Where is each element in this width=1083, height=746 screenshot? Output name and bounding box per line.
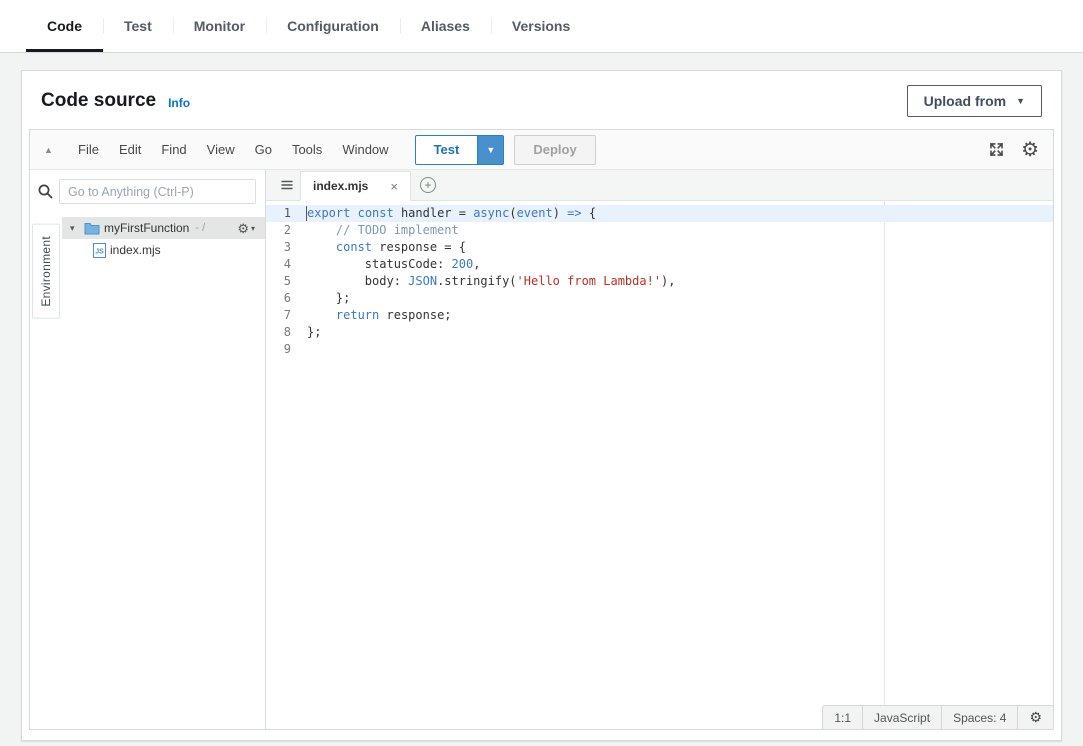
editor-settings-gear-icon[interactable]: ⚙: [1021, 140, 1039, 160]
environment-panel-tab[interactable]: Environment: [32, 224, 60, 319]
line-number: 7: [266, 307, 303, 324]
file-tree: ▾ myFirstFunction - / ⚙ ▾: [62, 210, 265, 729]
menu-find[interactable]: Find: [151, 142, 196, 157]
code-content[interactable]: export const handler = async(event) => {…: [303, 201, 1053, 729]
code-line[interactable]: export const handler = async(event) => {: [303, 205, 1053, 222]
function-tabs: Code Test Monitor Configuration Aliases …: [0, 0, 1083, 53]
tree-expand-caret-icon[interactable]: ▾: [70, 223, 80, 234]
card-header: Code source Info Upload from ▼: [22, 71, 1061, 129]
code-line[interactable]: return response;: [303, 307, 1053, 324]
code-line[interactable]: statusCode: 200,: [303, 256, 1053, 273]
line-number: 1: [266, 205, 303, 222]
tab-versions[interactable]: Versions: [491, 0, 591, 52]
new-tab-button[interactable]: +: [420, 177, 436, 193]
folder-name: myFirstFunction: [104, 221, 189, 235]
menu-window[interactable]: Window: [332, 142, 398, 157]
code-line[interactable]: };: [303, 290, 1053, 307]
line-number: 9: [266, 341, 303, 358]
fullscreen-icon[interactable]: [988, 141, 1005, 158]
gear-icon: ⚙: [1029, 709, 1042, 726]
editor-tab-indexmjs[interactable]: index.mjs ×: [300, 171, 411, 201]
folder-path-suffix: - /: [195, 222, 205, 234]
editor-toolbar: ▲ File Edit Find View Go Tools Window Te…: [30, 130, 1053, 170]
collapse-panel-icon[interactable]: ▲: [44, 145, 68, 155]
tab-versions-label: Versions: [512, 18, 570, 34]
chevron-down-icon: ▼: [1016, 97, 1025, 106]
close-tab-icon[interactable]: ×: [390, 179, 398, 194]
tab-code-label: Code: [47, 18, 82, 34]
code-line[interactable]: };: [303, 324, 1053, 341]
editor-frame: ▲ File Edit Find View Go Tools Window Te…: [29, 129, 1054, 730]
test-dropdown-button[interactable]: ▼: [478, 135, 504, 165]
cursor-position[interactable]: 1:1: [823, 706, 862, 729]
tab-test[interactable]: Test: [103, 0, 173, 52]
test-button[interactable]: Test: [415, 135, 479, 165]
language-mode[interactable]: JavaScript: [862, 706, 941, 729]
editor-tab-label: index.mjs: [313, 179, 368, 193]
chevron-down-icon: ▼: [486, 145, 495, 155]
status-settings-button[interactable]: ⚙: [1017, 706, 1053, 729]
editor-tab-strip: index.mjs × +: [266, 170, 1053, 201]
line-number: 2: [266, 222, 303, 239]
indentation-setting[interactable]: Spaces: 4: [941, 706, 1017, 729]
goto-anything-input[interactable]: [59, 179, 256, 204]
search-icon[interactable]: [35, 183, 56, 200]
line-number: 3: [266, 239, 303, 256]
code-source-card: Code source Info Upload from ▼ ▲ File Ed…: [21, 70, 1062, 741]
toolbar-right: ⚙: [988, 140, 1039, 160]
editor-status-bar: 1:1 JavaScript Spaces: 4 ⚙: [822, 705, 1053, 729]
line-number: 5: [266, 273, 303, 290]
upload-from-label: Upload from: [924, 93, 1006, 109]
tree-row-folder[interactable]: ▾ myFirstFunction - / ⚙ ▾: [62, 217, 265, 239]
tab-list-icon[interactable]: [274, 170, 300, 200]
workspace: Environment ▾ myFirstFunction - /: [30, 170, 1053, 729]
tab-configuration-label: Configuration: [287, 18, 379, 34]
tab-code[interactable]: Code: [26, 0, 103, 52]
upload-from-button[interactable]: Upload from ▼: [907, 85, 1042, 117]
menu-go[interactable]: Go: [245, 142, 282, 157]
tab-monitor-label: Monitor: [194, 18, 245, 34]
text-cursor: [306, 206, 307, 221]
line-number: 8: [266, 324, 303, 341]
tab-configuration[interactable]: Configuration: [266, 0, 400, 52]
line-number: 6: [266, 290, 303, 307]
folder-settings-button[interactable]: ⚙ ▾: [237, 222, 255, 235]
file-explorer-sidebar: Environment ▾ myFirstFunction - /: [30, 170, 266, 729]
menu-view[interactable]: View: [197, 142, 245, 157]
js-file-icon: JS: [93, 243, 106, 258]
side-panel-tabs: Environment: [30, 210, 62, 729]
line-number: 4: [266, 256, 303, 273]
svg-text:JS: JS: [95, 248, 104, 255]
file-name: index.mjs: [110, 243, 161, 257]
test-split-button: Test ▼: [415, 135, 505, 165]
info-link[interactable]: Info: [168, 96, 190, 110]
editor-pane: index.mjs × + 123456789 export const han…: [266, 170, 1053, 729]
chevron-down-icon: ▾: [251, 224, 255, 233]
gear-icon: ⚙: [237, 222, 249, 235]
tab-aliases-label: Aliases: [421, 18, 470, 34]
menu-file[interactable]: File: [68, 142, 109, 157]
line-number-gutter: 123456789: [266, 201, 303, 729]
tab-test-label: Test: [124, 18, 152, 34]
folder-icon: [84, 222, 100, 235]
sidebar-body: Environment ▾ myFirstFunction - /: [30, 210, 265, 729]
code-editor: 123456789 export const handler = async(e…: [266, 201, 1053, 729]
code-line[interactable]: body: JSON.stringify('Hello from Lambda!…: [303, 273, 1053, 290]
tab-aliases[interactable]: Aliases: [400, 0, 491, 52]
tab-monitor[interactable]: Monitor: [173, 0, 266, 52]
menu-tools[interactable]: Tools: [282, 142, 332, 157]
code-line[interactable]: [303, 341, 1053, 358]
deploy-button[interactable]: Deploy: [514, 135, 595, 165]
tree-row-file[interactable]: JS index.mjs: [62, 239, 265, 261]
code-line[interactable]: const response = {: [303, 239, 1053, 256]
goto-anything-row: [30, 170, 265, 210]
code-line[interactable]: // TODO implement: [303, 222, 1053, 239]
page-title: Code source: [41, 90, 156, 112]
menu-edit[interactable]: Edit: [109, 142, 151, 157]
